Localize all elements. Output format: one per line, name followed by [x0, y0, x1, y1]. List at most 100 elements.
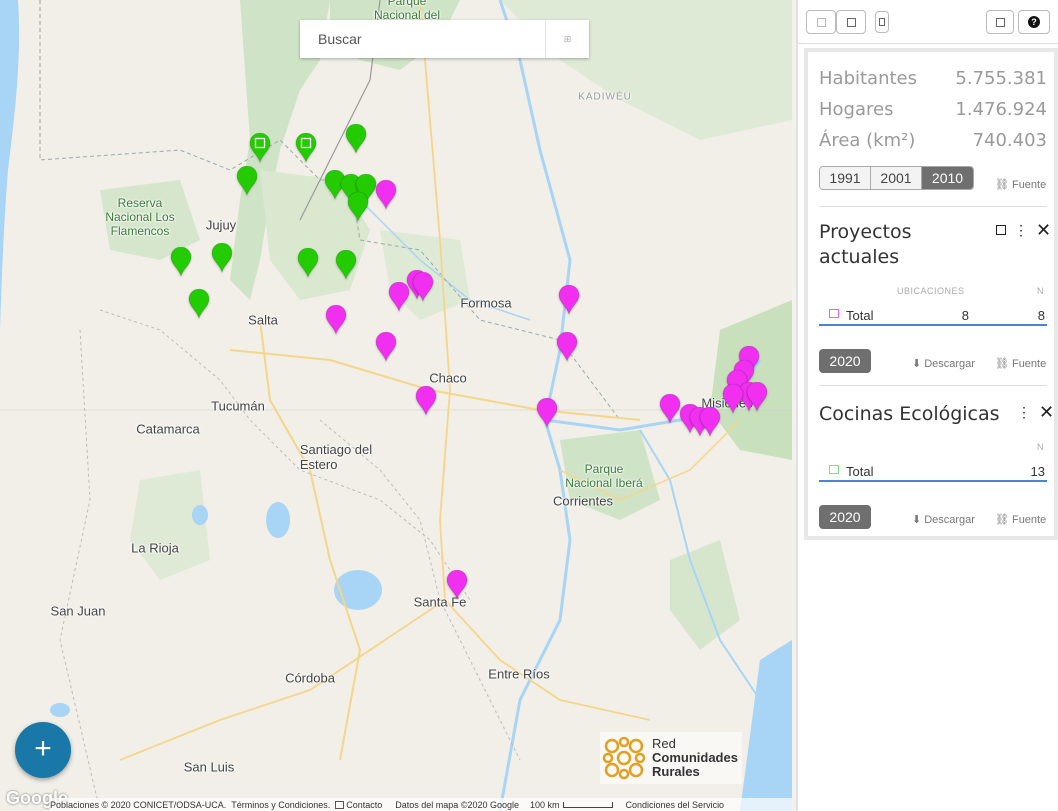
more-icon[interactable]: ⋮ [1014, 223, 1028, 237]
footer-datos: Datos del mapa ©2020 Google [395, 799, 519, 810]
cocina-marker[interactable] [236, 166, 258, 196]
link-icon: ⛓ [995, 358, 1009, 370]
proyecto-marker[interactable] [446, 570, 468, 600]
sidebar: ? Habitantes 5.755.381 Hogares 1.476.924… [796, 0, 1058, 811]
year-option-1991[interactable]: 1991 [820, 167, 871, 189]
section-actions-cocinas: ⋮ ✕ [1017, 403, 1054, 421]
total-n: 8 [1037, 308, 1045, 323]
summary-panel: Habitantes 5.755.381 Hogares 1.476.924 Á… [804, 48, 1058, 540]
proyecto-marker[interactable] [746, 382, 768, 412]
square-icon [846, 17, 856, 27]
proyecto-marker[interactable] [375, 180, 397, 210]
year-option-2010[interactable]: 2010 [922, 167, 973, 189]
proyecto-marker[interactable] [556, 332, 578, 362]
download-icon: ⬇ [912, 358, 922, 370]
column-header-ubicaciones: UBICACIONES [897, 286, 965, 296]
legend-swatch [829, 465, 839, 474]
download-icon: ⬇ [912, 514, 922, 526]
legend-swatch [829, 309, 839, 318]
cocina-marker[interactable] [335, 250, 357, 280]
cocina-marker[interactable] [347, 192, 369, 222]
footer-scale: 100 km [530, 800, 613, 810]
proyecto-marker[interactable] [415, 386, 437, 416]
year-pill-proyectos[interactable]: 2020 [819, 349, 871, 373]
place-label-la-rioja: La Rioja [131, 540, 179, 556]
descargar-link[interactable]: ⬇ Descargar [912, 513, 975, 527]
cocina-marker[interactable] [170, 247, 192, 277]
proyecto-marker[interactable] [325, 305, 347, 335]
stat-label: Área (km²) [819, 130, 916, 151]
red-comunidades-rurales-logo: Red Comunidades Rurales [600, 732, 742, 784]
proyecto-marker[interactable] [412, 272, 434, 302]
total-row-proyectos[interactable]: Total 8 8 [819, 308, 1047, 326]
more-icon[interactable]: ⋮ [1017, 405, 1031, 419]
scale-bar [562, 801, 613, 808]
descargar-link[interactable]: ⬇ Descargar [912, 357, 975, 371]
proyecto-marker[interactable] [659, 394, 681, 424]
close-icon[interactable]: ✕ [1036, 221, 1051, 239]
toolbar-button-1[interactable] [806, 10, 836, 34]
descargar-label: Descargar [924, 357, 975, 370]
help-button[interactable]: ? [1018, 10, 1050, 34]
section-title-cocinas: Cocinas Ecológicas [819, 403, 1000, 425]
place-label-santiago: Santiago del Estero [299, 442, 373, 472]
cocina-marker[interactable] [211, 243, 233, 273]
proyecto-marker[interactable] [375, 332, 397, 362]
fuente-label: Fuente [1011, 357, 1047, 370]
cocina-marker[interactable] [297, 248, 319, 278]
total-n: 13 [1030, 464, 1045, 479]
proyecto-marker[interactable] [699, 407, 721, 437]
descargar-label: Descargar [924, 513, 975, 526]
close-icon[interactable]: ✕ [1039, 403, 1054, 421]
square-icon [995, 17, 1005, 27]
cocina-marker[interactable] [249, 133, 271, 163]
section-actions-proyectos: ⋮ ✕ [996, 221, 1051, 239]
map-footer: Poblaciones © 2020 CONICET/ODSA-UCA. Tér… [50, 798, 792, 811]
logo-line-2: Comunidades [652, 750, 738, 765]
proyecto-marker[interactable] [388, 282, 410, 312]
year-pill-cocinas[interactable]: 2020 [819, 505, 871, 529]
search-button[interactable]: ⊞ [545, 20, 589, 58]
fuente-label: Fuente [1011, 513, 1047, 526]
help-icon: ? [1028, 16, 1040, 28]
column-header-n: N [1037, 286, 1044, 296]
footer-poblaciones: Poblaciones © 2020 CONICET/ODSA-UCA. [50, 799, 227, 810]
toolbar-button-3[interactable] [875, 11, 889, 33]
place-label-salta: Salta [248, 312, 278, 328]
place-label-corrientes: Corrientes [553, 493, 613, 509]
stat-habitantes: Habitantes 5.755.381 [819, 68, 1047, 89]
map[interactable]: Parque Nacional del KADIWÉU Reserva Nacional… [0, 0, 792, 811]
place-label-san-juan: San Juan [50, 603, 106, 619]
toolbar-button-4[interactable] [986, 10, 1014, 34]
fuente-link[interactable]: ⛓ Fuente [995, 513, 1047, 527]
place-label-jujuy: Jujuy [205, 217, 237, 233]
footer-condiciones-link[interactable]: Condiciones del Servicio [626, 800, 725, 810]
fuente-link[interactable]: ⛓ Fuente [995, 178, 1047, 192]
total-row-cocinas[interactable]: Total 13 [819, 464, 1047, 482]
place-label-cordoba: Córdoba [285, 670, 335, 686]
search-input[interactable] [300, 20, 545, 58]
year-option-2001[interactable]: 2001 [871, 167, 922, 189]
proyecto-marker[interactable] [536, 398, 558, 428]
footer-terminos-link[interactable]: Términos y Condiciones. [231, 800, 330, 810]
logo-text: Red Comunidades Rurales [652, 737, 738, 779]
cocina-marker[interactable] [295, 133, 317, 163]
proyecto-marker[interactable] [558, 285, 580, 315]
link-icon: ⛓ [995, 514, 1009, 526]
proyecto-marker[interactable] [722, 384, 744, 414]
fuente-link[interactable]: ⛓ Fuente [995, 357, 1047, 371]
divider [819, 385, 1047, 386]
toolbar-button-2[interactable] [836, 10, 866, 34]
square-icon[interactable] [996, 225, 1006, 235]
cocina-marker[interactable] [188, 289, 210, 319]
logo-line-1: Red [652, 736, 676, 751]
footer-contacto-link[interactable]: Contacto [335, 800, 382, 810]
logo-mark [602, 736, 646, 780]
place-label-formosa: Formosa [460, 295, 512, 311]
cocina-marker[interactable] [345, 124, 367, 154]
square-icon [879, 18, 885, 26]
column-header-n: N [1037, 442, 1044, 452]
add-layer-button[interactable]: + [15, 722, 71, 778]
scale-label: 100 km [530, 799, 560, 810]
fuente-label: Fuente [1011, 178, 1047, 191]
